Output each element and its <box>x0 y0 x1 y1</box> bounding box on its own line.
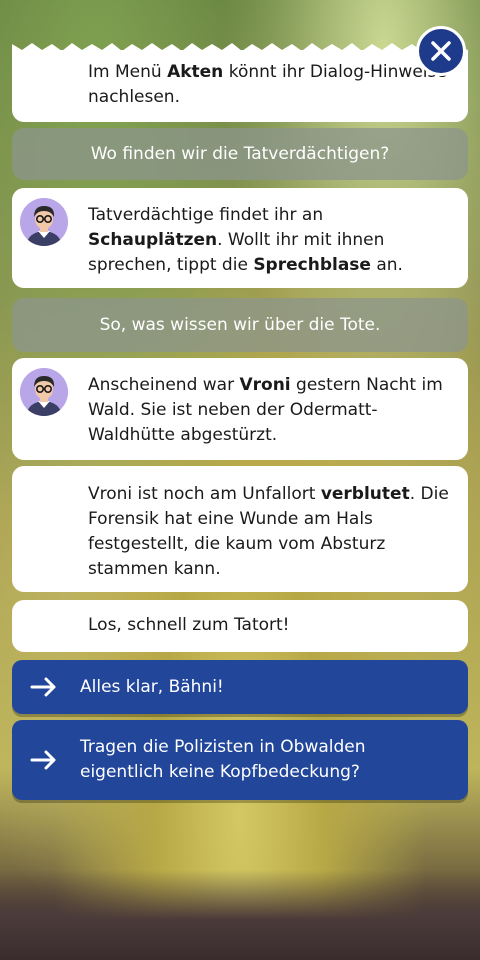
avatar <box>20 198 68 246</box>
message-text: Tatverdächtige findet ihr an Schauplätze… <box>88 205 403 275</box>
npc-message: Anscheinend war Vroni gestern Nacht im W… <box>12 358 468 460</box>
arrow-right-icon <box>30 677 56 697</box>
close-icon <box>431 41 451 61</box>
npc-message: Im Menü Akten könnt ihr Dialog-Hinweise … <box>12 43 468 122</box>
arrow-right-icon <box>30 750 56 770</box>
close-button[interactable] <box>416 26 466 76</box>
npc-message: Vroni ist noch am Unfallort verblutet. D… <box>12 466 468 592</box>
message-text: So, was wissen wir über die Tote. <box>99 315 381 335</box>
npc-message: Los, schnell zum Tatort! <box>12 600 468 652</box>
choice-label: Tragen die Polizisten in Obwalden eigent… <box>80 737 366 782</box>
avatar <box>20 368 68 416</box>
message-text: Los, schnell zum Tatort! <box>88 615 290 635</box>
choice-button[interactable]: Alles klar, Bähni! <box>12 660 468 714</box>
message-text: Wo finden wir die Tatverdächtigen? <box>90 144 390 164</box>
torn-edge <box>12 43 468 52</box>
choice-button[interactable]: Tragen die Polizisten in Obwalden eigent… <box>12 720 468 800</box>
background-bottom-shade <box>0 870 480 960</box>
message-text: Im Menü Akten könnt ihr Dialog-Hinweise … <box>88 62 447 107</box>
message-text: Anscheinend war Vroni gestern Nacht im W… <box>88 375 443 445</box>
message-text: Vroni ist noch am Unfallort verblutet. D… <box>88 484 449 579</box>
npc-message: Tatverdächtige findet ihr an Schauplätze… <box>12 188 468 288</box>
detective-avatar-icon <box>20 198 68 246</box>
player-message: So, was wissen wir über die Tote. <box>12 298 468 352</box>
detective-avatar-icon <box>20 368 68 416</box>
choice-label: Alles klar, Bähni! <box>80 676 224 697</box>
player-message: Wo finden wir die Tatverdächtigen? <box>12 128 468 180</box>
